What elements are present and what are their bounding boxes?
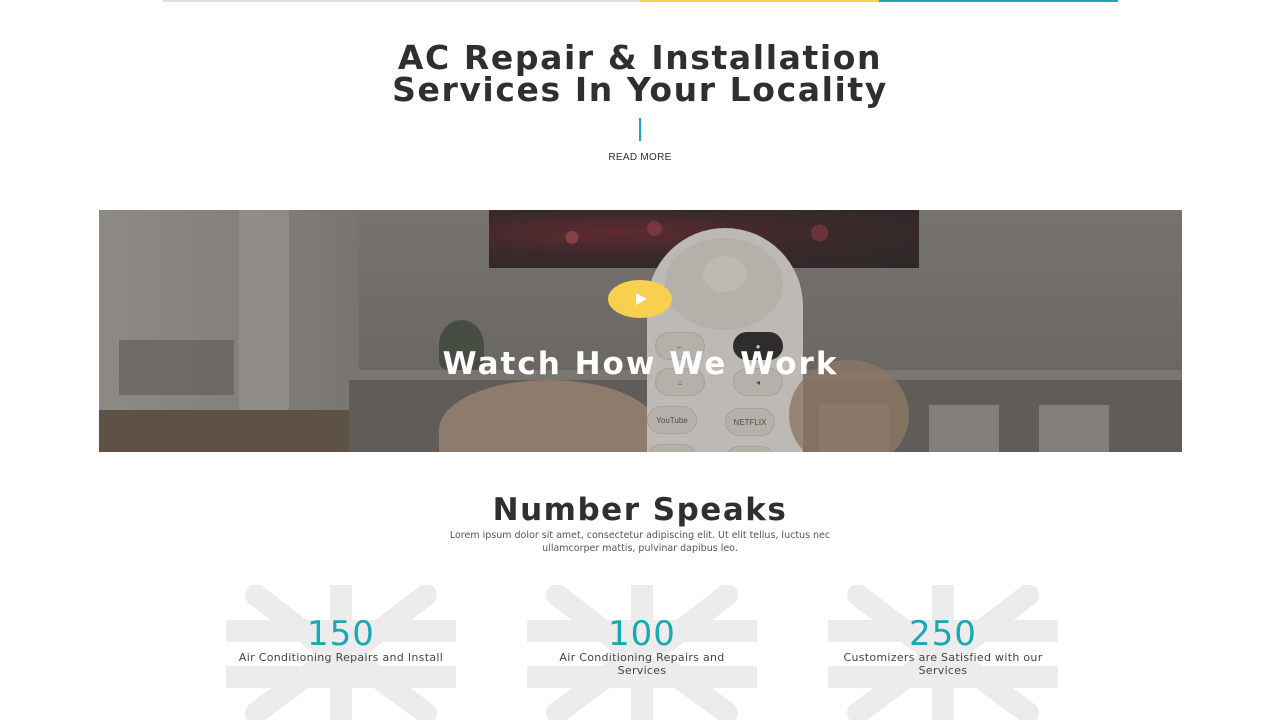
stat-card: 100 Air Conditioning Repairs and Service… <box>527 585 757 720</box>
hero-divider <box>639 118 641 141</box>
accent-segment-teal <box>879 0 1118 2</box>
play-icon <box>636 293 647 305</box>
accent-segment-yellow <box>640 0 879 2</box>
video-banner: ← ● ⌂ ◂ YouTube NETFLIX ⏻ ⊡ Watch How We… <box>99 210 1182 452</box>
stat-value: 150 <box>307 614 375 654</box>
stat-value: 250 <box>909 614 977 654</box>
stat-value: 100 <box>608 614 676 654</box>
hero-title: AC Repair & Installation Services In You… <box>0 41 1280 109</box>
stat-card: 150 Air Conditioning Repairs and Install <box>226 585 456 720</box>
stat-label: Customizers are Satisfied with our Servi… <box>843 651 1043 677</box>
section-title: Number Speaks <box>492 492 788 528</box>
stat-card: 250 Customizers are Satisfied with our S… <box>828 585 1058 720</box>
stat-label: Air Conditioning Repairs and Services <box>559 651 725 677</box>
stat-label: Air Conditioning Repairs and Install <box>238 651 444 664</box>
section-description: Lorem ipsum dolor sit amet, consectetur … <box>449 530 831 554</box>
hero-title-line2: Services In Your Locality <box>392 70 888 109</box>
read-more-link[interactable]: READ MORE <box>0 152 1280 163</box>
top-accent-line <box>163 0 1118 2</box>
play-button[interactable] <box>608 280 672 318</box>
banner-overlay <box>99 210 1182 452</box>
video-title: Watch How We Work <box>442 346 839 382</box>
accent-segment-gray <box>163 0 640 2</box>
